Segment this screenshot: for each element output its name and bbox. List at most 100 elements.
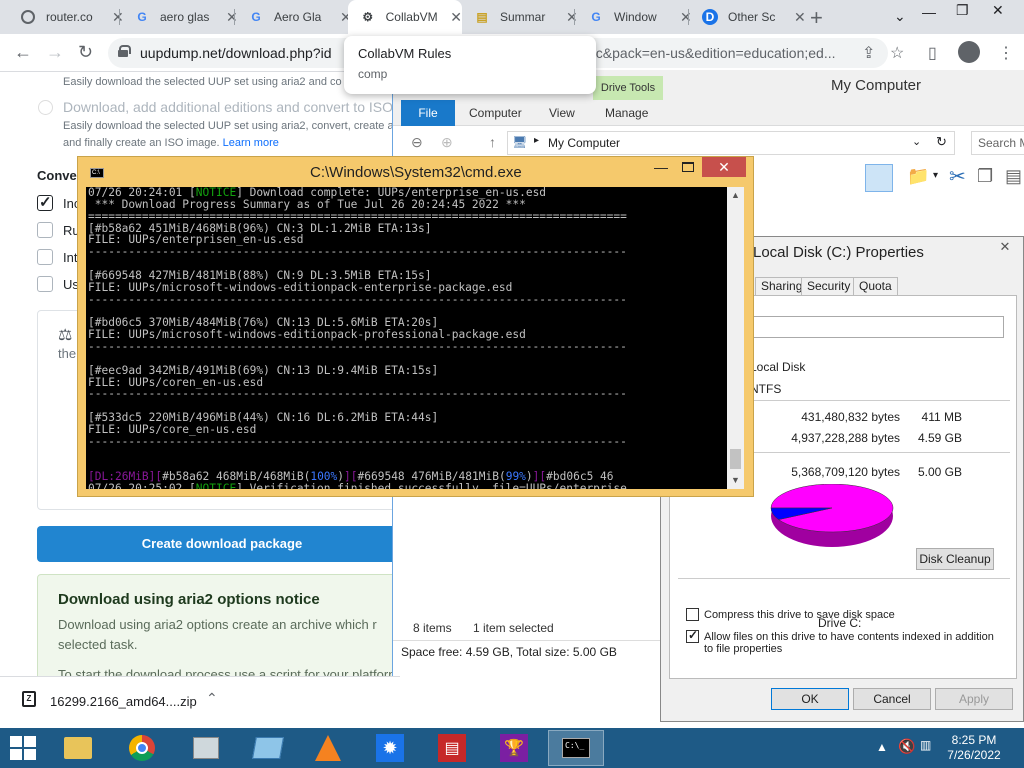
tab-view[interactable]: View <box>549 106 575 120</box>
convert-iso-radio[interactable] <box>38 100 53 115</box>
chevron-down-icon[interactable]: ⌄ <box>912 135 921 148</box>
copy-icon[interactable]: ❐ <box>977 166 993 187</box>
close-icon[interactable]: ✕ <box>450 9 462 26</box>
layout-pane-icon[interactable] <box>865 164 893 192</box>
scroll-up-icon[interactable]: ▲ <box>727 187 744 204</box>
back-arrow-icon[interactable]: ← <box>14 42 32 63</box>
volume-name-input[interactable] <box>750 316 1004 338</box>
tab-hover-tooltip: CollabVM Rules comp <box>344 36 596 94</box>
ok-button[interactable]: OK <box>771 688 849 710</box>
remote-desktop-icon[interactable] <box>240 730 296 766</box>
tab-summary[interactable]: ▤ Summar ✕ <box>462 0 577 34</box>
tab-title: CollabVM <box>385 10 438 24</box>
restore-icon[interactable]: ❐ <box>956 2 969 19</box>
compress-drive-checkbox[interactable] <box>686 608 699 621</box>
refresh-icon[interactable]: ↻ <box>936 134 947 150</box>
globe-icon <box>20 9 36 25</box>
apply-button[interactable]: Apply <box>935 688 1013 710</box>
folder-check-icon[interactable]: 📁 <box>907 166 929 187</box>
tab-file[interactable]: File <box>401 100 455 126</box>
star-icon[interactable]: ☆ <box>890 43 904 63</box>
paste-icon[interactable]: ▤ <box>1005 166 1022 187</box>
reload-icon[interactable]: ↻ <box>78 42 93 63</box>
forward-arrow-icon[interactable]: → <box>46 42 64 63</box>
volume-muted-icon[interactable]: 🔇 <box>898 738 915 755</box>
explorer-address-bar[interactable]: 🖥 ▸ My Computer ⌄ ↻ <box>507 131 955 155</box>
close-window-icon[interactable]: ✕ <box>992 2 1004 19</box>
run-cleanup-checkbox[interactable] <box>37 222 53 238</box>
forward-arrow-icon[interactable]: ⊕ <box>441 134 453 151</box>
new-tab-button[interactable]: + <box>810 5 823 31</box>
minimize-icon[interactable]: — <box>654 159 668 175</box>
item-count: 8 items <box>413 621 452 635</box>
cancel-button[interactable]: Cancel <box>853 688 931 710</box>
disk-cleanup-button[interactable]: Disk Cleanup <box>916 548 994 570</box>
console-line: ----------------------------------------… <box>88 341 727 353</box>
up-arrow-icon[interactable]: ↑ <box>489 134 496 150</box>
free-space-bytes: 4,937,228,288 bytes <box>791 431 900 445</box>
chevron-down-icon[interactable]: ▾ <box>933 170 938 181</box>
trophy-icon[interactable]: 🏆 <box>486 730 542 766</box>
include-updates-checkbox[interactable] <box>37 193 53 211</box>
menu-kebab-icon[interactable]: ⋮ <box>998 43 1014 63</box>
learn-more-link[interactable]: Learn more <box>223 137 279 149</box>
performance-monitor-icon[interactable] <box>178 730 234 766</box>
drive-tools-label: Drive Tools <box>593 76 663 100</box>
explorer-search-input[interactable]: Search M <box>971 131 1024 155</box>
clock-time: 8:25 PM <box>951 733 997 747</box>
tab-aero-glass-2[interactable]: G Aero Gla ✕ <box>236 0 351 34</box>
chevron-up-icon[interactable]: ⌃ <box>206 690 218 707</box>
tab-router[interactable]: router.co ✕ <box>8 0 124 34</box>
file-explorer-icon[interactable] <box>50 730 106 766</box>
cut-icon[interactable]: ✂ <box>949 164 966 189</box>
tab-other[interactable]: D Other Sc ✕ <box>690 0 806 34</box>
google-icon: G <box>591 10 601 24</box>
checkbox-label: Int <box>63 250 78 265</box>
show-hidden-icons-icon[interactable]: ▲ <box>876 740 888 754</box>
scroll-down-icon[interactable]: ▼ <box>727 472 744 489</box>
profile-avatar-icon[interactable] <box>958 41 980 63</box>
console-line: 07/26 20:25:02 [NOTICE] Verification fin… <box>88 483 727 489</box>
console-text: ----------------------------------------… <box>88 387 627 401</box>
tab-manage[interactable]: Manage <box>605 106 648 120</box>
console-scrollbar[interactable]: ▲ ▼ <box>727 187 744 489</box>
network-icon[interactable]: ▥ <box>920 738 931 752</box>
settings-sun-icon[interactable]: ✹ <box>362 730 418 766</box>
console-line: ----------------------------------------… <box>88 388 727 400</box>
scroll-thumb[interactable] <box>730 449 741 469</box>
tab-security[interactable]: Security <box>801 277 857 295</box>
cmd-icon[interactable]: C:\_ <box>548 730 604 766</box>
windows-start-icon[interactable] <box>10 736 38 760</box>
file-system-value: NTFS <box>750 382 782 396</box>
maximize-icon[interactable] <box>682 162 694 172</box>
tab-aero-glass-search[interactable]: G aero glas ✕ <box>122 0 237 34</box>
share-icon[interactable]: ⇪ <box>862 43 875 63</box>
news-icon[interactable]: ▤ <box>424 730 480 766</box>
tab-computer[interactable]: Computer <box>469 106 522 120</box>
download-filename[interactable]: 16299.2166_amd64....zip <box>50 694 197 709</box>
tooltip-title: CollabVM Rules <box>358 46 452 61</box>
close-icon[interactable]: ✕ <box>989 237 1021 257</box>
index-drive-checkbox[interactable] <box>686 628 699 643</box>
minimize-icon[interactable]: — <box>922 4 936 20</box>
close-icon[interactable]: ✕ <box>794 9 806 26</box>
create-download-package-button[interactable]: Create download package <box>37 526 400 562</box>
option-description-3: and finally create an ISO image. Learn m… <box>63 137 279 149</box>
chrome-icon[interactable] <box>114 730 170 766</box>
use-solid-compression-checkbox[interactable] <box>37 276 53 292</box>
tab-windows[interactable]: G Window ✕ <box>576 0 691 34</box>
integrate-netfx-checkbox[interactable] <box>37 249 53 265</box>
computer-icon: 🖥 <box>512 135 528 149</box>
tab-collabvm[interactable]: ⚙ CollabVM ✕ <box>348 0 462 34</box>
console-text: ] Verification finished successfully. fi… <box>236 482 627 489</box>
tab-search-chevron-icon[interactable]: ⌄ <box>894 8 906 25</box>
vlc-icon[interactable] <box>300 730 356 766</box>
close-icon[interactable]: ✕ <box>702 157 746 177</box>
side-panel-icon[interactable]: ▯ <box>928 43 937 63</box>
tab-quota[interactable]: Quota <box>853 277 898 295</box>
console-text: ----------------------------------------… <box>88 339 627 353</box>
taskbar-clock[interactable]: 8:25 PM 7/26/2022 <box>934 733 1014 763</box>
back-arrow-icon[interactable]: ⊖ <box>411 134 423 151</box>
console-output[interactable]: 07/26 20:24:01 [NOTICE] Download complet… <box>86 187 727 489</box>
